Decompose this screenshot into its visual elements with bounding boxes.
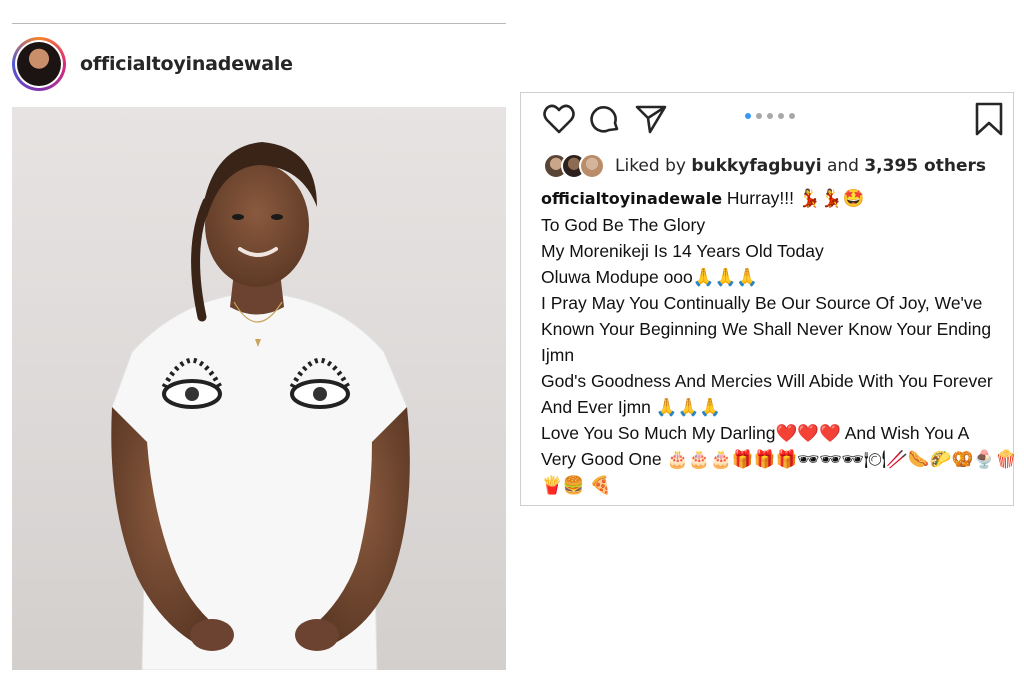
likes-joiner: and	[826, 156, 859, 176]
caption-line: God's Goodness And Mercies Will Abide Wi…	[541, 371, 993, 391]
caption-username[interactable]: officialtoyinadewale	[541, 189, 722, 208]
top-divider	[12, 23, 506, 24]
profile-avatar	[17, 42, 61, 86]
caption-line: I Pray May You Continually Be Our Source…	[541, 293, 983, 313]
carousel-dot	[756, 113, 762, 119]
caption-line: Very Good One 🎂🎂🎂🎁🎁🎁🕶🕶🕶🍽🥢🌭🌮🥨🍨🍿	[541, 449, 1017, 469]
carousel-dot	[745, 113, 751, 119]
post-caption: officialtoyinadewale Hurray!!! 💃💃🤩 To Go…	[541, 185, 1017, 498]
like-button[interactable]	[541, 101, 577, 137]
likes-user[interactable]: bukkyfagbuyi	[691, 156, 821, 176]
carousel-dot	[767, 113, 773, 119]
caption-line: My Morenikeji Is 14 Years Old Today	[541, 241, 824, 261]
save-button[interactable]	[973, 101, 1005, 137]
post-header: officialtoyinadewale	[12, 36, 293, 92]
share-button[interactable]	[633, 101, 669, 137]
carousel-indicator	[745, 113, 795, 119]
portrait-photo	[111, 142, 410, 670]
caption-line: To God Be The Glory	[541, 215, 706, 235]
caption-line: officialtoyinadewale Hurray!!! 💃💃🤩	[541, 185, 1009, 212]
likes-prefix: Liked by	[615, 156, 686, 176]
bookmark-icon	[975, 102, 1003, 136]
carousel-dot	[778, 113, 784, 119]
likes-summary[interactable]: Liked by bukkyfagbuyi and 3,395 others	[543, 153, 986, 179]
send-icon	[635, 105, 667, 134]
action-bar	[541, 101, 669, 137]
comment-icon	[590, 105, 619, 133]
carousel-dot	[789, 113, 795, 119]
liker-avatar	[579, 153, 605, 179]
story-ring[interactable]	[12, 37, 66, 91]
likes-count[interactable]: 3,395 others	[864, 156, 986, 176]
heart-icon	[543, 104, 575, 134]
caption-line: 🍟🍔 🍕	[541, 475, 612, 495]
comment-button[interactable]	[587, 101, 623, 137]
caption-text: Hurray!!! 💃💃🤩	[726, 188, 865, 208]
post-photo[interactable]	[12, 107, 506, 670]
post-username[interactable]: officialtoyinadewale	[80, 53, 293, 75]
post-details-card: Liked by bukkyfagbuyi and 3,395 others o…	[520, 92, 1017, 506]
caption-line: Ijmn	[541, 345, 575, 365]
caption-line: And Ever Ijmn 🙏🙏🙏	[541, 397, 722, 417]
caption-line: Love You So Much My Darling❤️❤️❤️ And Wi…	[541, 423, 970, 443]
caption-line: Known Your Beginning We Shall Never Know…	[541, 319, 992, 339]
caption-line: Oluwa Modupe ooo🙏🙏🙏	[541, 267, 759, 287]
